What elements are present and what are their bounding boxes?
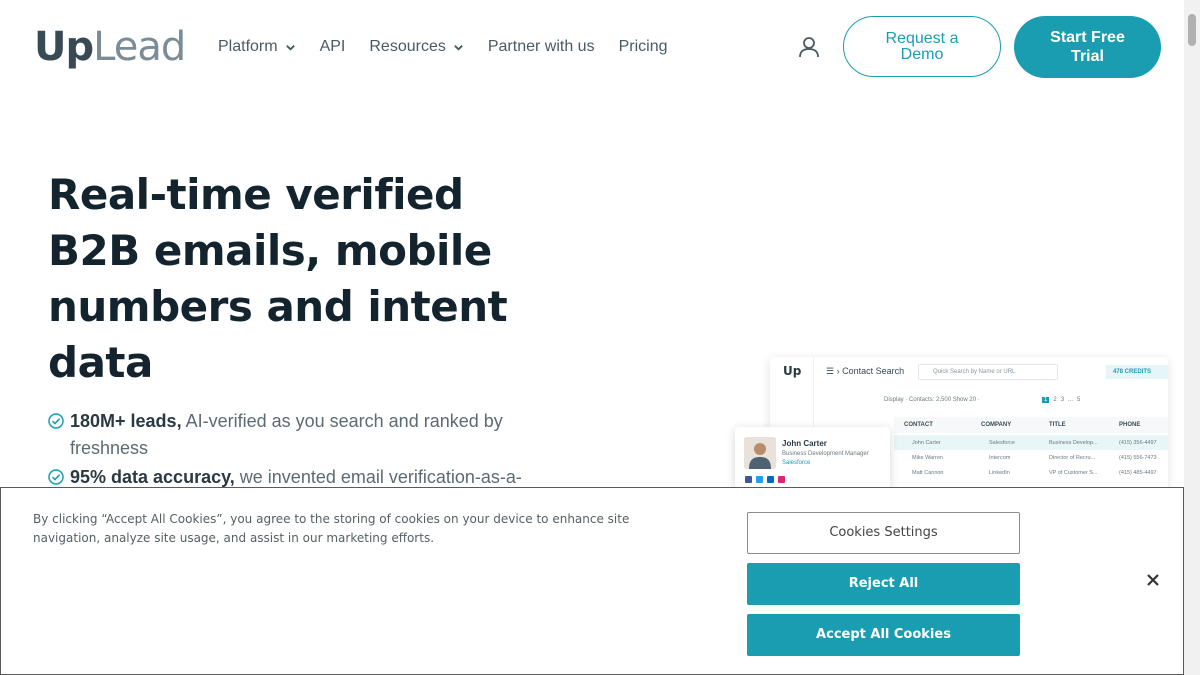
mock-credits: 478 CREDITS (1106, 365, 1168, 379)
mock-col: CONTACT (904, 422, 933, 428)
nav-pricing[interactable]: Pricing (619, 38, 668, 56)
hero-bullets: 180M+ leads, AI-verified as you search a… (48, 408, 548, 493)
check-circle-icon (48, 469, 64, 485)
linkedin-icon (767, 476, 774, 483)
nav-resources[interactable]: Resources (369, 38, 463, 56)
mock-col: TITLE (1049, 422, 1066, 428)
nav-api-label: API (319, 38, 346, 55)
mock-page: ... (1068, 397, 1074, 403)
check-circle-icon (48, 413, 64, 429)
mock-pagination: 1 2 3 ... 5 (1042, 397, 1080, 403)
mock-cell: Matt Cannon (912, 470, 944, 476)
cookie-banner: By clicking “Accept All Cookies”, you ag… (0, 487, 1184, 675)
nav-pricing-label: Pricing (618, 38, 668, 55)
mock-table-header: CONTACT COMPANY TITLE PHONE (894, 417, 1168, 433)
mock-page: 5 (1077, 397, 1081, 403)
mock-cell: (415) 556-7473 (1119, 455, 1157, 461)
mock-cell: (415) 485-4497 (1119, 470, 1157, 476)
mock-cell: John Carter (912, 440, 941, 446)
mock-header: ☰ › Contact Search (826, 366, 905, 376)
nav-partner-label: Partner with us (487, 38, 595, 55)
start-free-trial-button[interactable]: Start Free Trial (1014, 16, 1161, 78)
mock-page: 1 (1042, 397, 1050, 403)
mock-cell: (415) 356-4497 (1119, 440, 1157, 446)
nav-platform[interactable]: Platform (218, 38, 296, 56)
mock-table-row: Matt Cannon LinkedIn VP of Customer S...… (894, 465, 1168, 480)
mock-table-row: Mike Warren Intercom Director of Recru..… (894, 450, 1168, 465)
bullet-accuracy-bold: 95% data accuracy, (70, 467, 235, 487)
mock-col: COMPANY (981, 422, 1012, 428)
contact-card: John Carter Business Development Manager… (735, 427, 890, 489)
cookie-text: By clicking “Accept All Cookies”, you ag… (33, 512, 630, 545)
chevron-down-icon (285, 44, 295, 51)
mock-page: 2 (1053, 397, 1057, 403)
uplead-logo[interactable]: UpLead (34, 24, 186, 70)
scrollbar-thumb[interactable] (1188, 14, 1196, 46)
mock-col: PHONE (1119, 422, 1141, 428)
mock-search-input: Quick Search by Name or URL (918, 364, 1058, 380)
site-header: UpLead Platform API Resources Partner wi… (0, 0, 1184, 95)
mock-page: 3 (1060, 397, 1065, 403)
mock-cell: Mike Warren (912, 455, 943, 461)
contact-role: Business Development Manager (782, 451, 869, 457)
page-scrollbar[interactable] (1184, 0, 1200, 675)
mock-cell: Salesforce (989, 440, 1015, 446)
user-icon[interactable] (797, 35, 821, 59)
avatar (744, 437, 776, 469)
bullet-accuracy-rest: we invented email verification-as-a- (234, 467, 522, 487)
twitter-icon (756, 476, 763, 483)
mock-cell: Intercom (989, 455, 1011, 461)
mock-logo: Up (783, 364, 802, 378)
accept-all-cookies-button[interactable]: Accept All Cookies (747, 614, 1020, 656)
nav-api[interactable]: API (320, 38, 346, 56)
social-icons (745, 476, 785, 483)
reject-all-button[interactable]: Reject All (747, 563, 1020, 605)
contact-company: Salesforce (782, 460, 811, 466)
chevron-down-icon (454, 44, 463, 51)
nav-resources-label: Resources (369, 38, 446, 55)
request-demo-button[interactable]: Request a Demo (843, 16, 1001, 77)
contact-name: John Carter (782, 439, 827, 448)
logo-up: Up (34, 24, 94, 70)
mock-cell: Business Develop... (1049, 440, 1098, 446)
instagram-icon (778, 476, 785, 483)
bullet-leads-text: 180M+ leads, AI-verified as you search a… (70, 408, 548, 462)
mock-cell: LinkedIn (989, 470, 1010, 476)
hero-title: Real-time verified B2B emails, mobile nu… (48, 170, 508, 387)
close-icon[interactable] (1145, 572, 1161, 588)
nav-platform-label: Platform (218, 38, 278, 55)
logo-lead: Lead (93, 24, 186, 70)
mock-table-row: John Carter Salesforce Business Develop.… (894, 435, 1168, 450)
bullet-leads: 180M+ leads, AI-verified as you search a… (48, 408, 548, 462)
mock-toolbar: Display · Contacts: 2,500 Show 20 · (884, 397, 980, 403)
cookies-settings-button[interactable]: Cookies Settings (747, 512, 1020, 554)
mock-header-title: Contact Search (842, 366, 905, 376)
mock-cell: VP of Customer S... (1049, 470, 1098, 476)
bullet-leads-bold: 180M+ leads, (70, 411, 182, 431)
facebook-icon (745, 476, 752, 483)
mock-cell: Director of Recru... (1049, 455, 1096, 461)
nav-partner[interactable]: Partner with us (488, 38, 595, 56)
main-nav: Platform API Resources Partner with us P… (218, 38, 691, 56)
